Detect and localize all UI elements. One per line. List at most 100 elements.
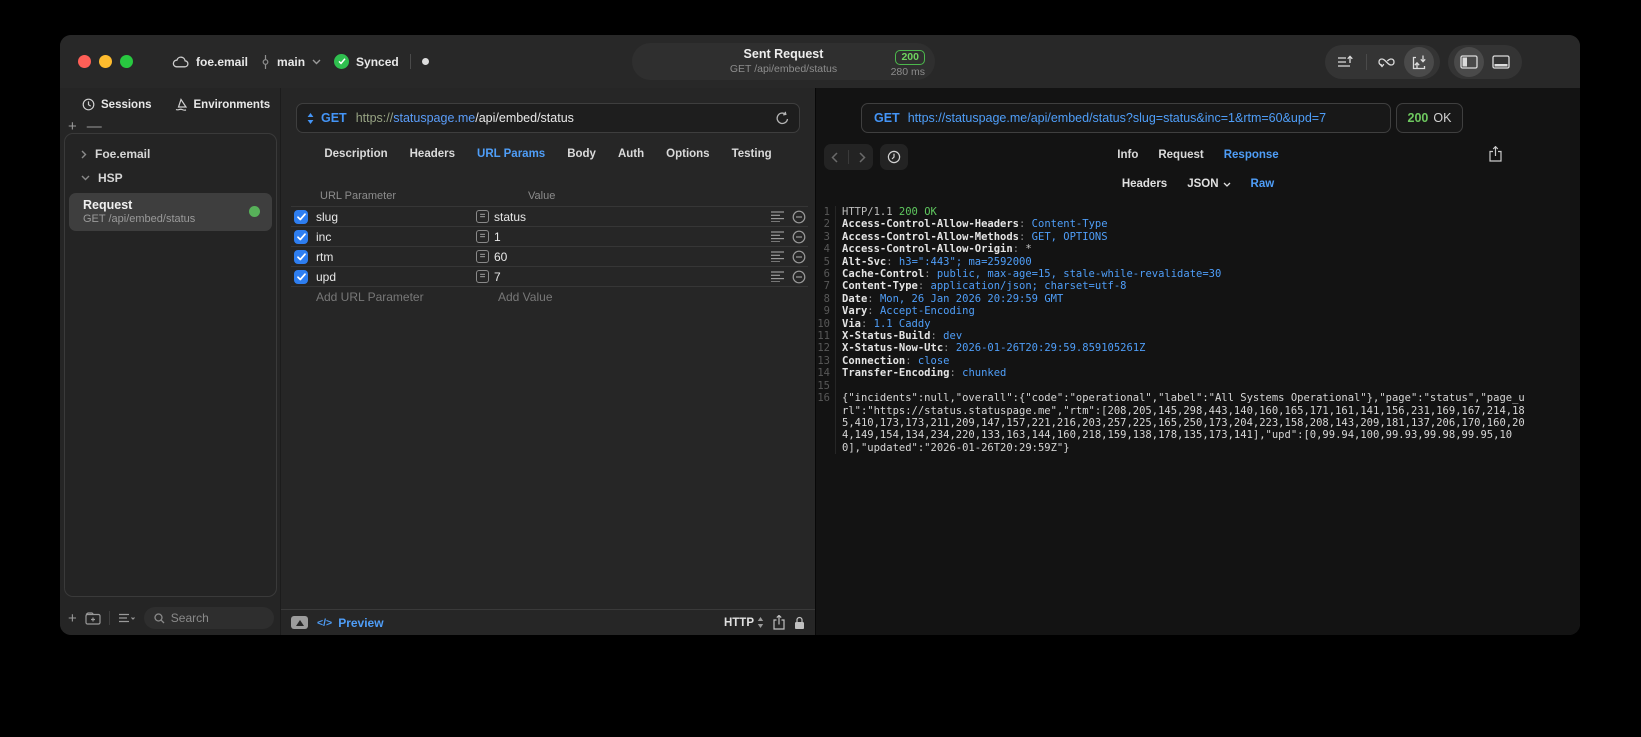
drag-handle-icon[interactable] [770,231,785,242]
header-value: close [917,354,950,367]
sent-request-pill[interactable]: Sent Request GET /api/embed/status 200 2… [632,43,935,80]
request-url-bar[interactable]: GET https://statuspage.me/api/embed/stat… [296,103,800,133]
line-content: Access-Control-Allow-Methods: GET, OPTIO… [842,230,1108,243]
param-value[interactable]: 1 [494,230,501,244]
sessions-tree: Foe.email HSP Request GET /api/embed/sta… [64,133,277,597]
sync-status-label[interactable]: Synced [356,55,399,69]
param-name[interactable]: inc [316,230,476,244]
param-value[interactable]: 60 [494,250,507,264]
layout-sidebar-icon[interactable] [1454,47,1484,77]
response-tab-info[interactable]: Info [1117,149,1138,161]
param-value[interactable]: status [494,210,526,224]
remove-param-icon[interactable] [792,230,806,244]
request-item-subtitle: GET /api/embed/status [83,213,196,225]
response-tab-request[interactable]: Request [1158,149,1203,161]
param-checkbox[interactable] [294,269,308,284]
layout-bottom-icon[interactable] [1486,47,1516,77]
header-name: Alt-Svc [842,255,887,268]
param-row: rtm = 60 [291,246,808,266]
add-request-icon[interactable]: + [68,610,77,627]
drag-handle-icon[interactable] [770,211,785,222]
subtab-json[interactable]: JSON [1187,178,1230,190]
tab-body[interactable]: Body [567,148,596,160]
synced-check-icon [334,54,350,69]
drag-handle-icon[interactable] [770,251,785,262]
tab-auth[interactable]: Auth [618,148,644,160]
tab-headers[interactable]: Headers [410,148,455,160]
editor-toggle-icon[interactable] [291,616,308,629]
sidebar-tab-sessions[interactable]: Sessions [82,98,152,111]
add-param-row[interactable]: Add URL Parameter Add Value [291,286,808,306]
sidebar-tab-environments[interactable]: Environments [174,98,270,111]
request-method[interactable]: GET [321,111,347,125]
line-number: 6 [816,268,836,281]
minimize-window-button[interactable] [99,55,112,68]
status-dot-icon[interactable] [421,58,429,65]
branch-name[interactable]: main [277,55,305,69]
remove-param-icon[interactable] [792,270,806,284]
equals-icon: = [476,230,489,243]
param-name[interactable]: upd [316,270,476,284]
response-tab-response[interactable]: Response [1224,149,1279,161]
remove-session-icon[interactable]: — [87,118,102,135]
chevron-down-icon[interactable] [312,59,321,65]
subtab-raw[interactable]: Raw [1251,178,1275,190]
zoom-window-button[interactable] [120,55,133,68]
param-value[interactable]: 7 [494,270,501,284]
url-scheme: https:// [355,111,394,125]
code-line: 11 X-Status-Build: dev [816,330,1580,343]
import-export-icon[interactable] [1404,47,1434,77]
line-number: 4 [816,243,836,256]
add-param-name[interactable]: Add URL Parameter [316,290,476,304]
lock-icon[interactable] [794,616,805,630]
share-icon[interactable] [773,615,785,630]
line-content [836,380,842,392]
chevron-right-icon [81,150,87,159]
tab-testing[interactable]: Testing [732,148,772,160]
resend-request-icon[interactable] [776,111,789,125]
header-value: 1.1 Caddy [873,317,931,330]
line-number: 1 [816,206,836,219]
environments-icon [174,98,188,111]
header-name: Access-Control-Allow-Methods [842,230,1020,243]
add-param-value[interactable]: Add Value [498,290,553,304]
sent-request-subtitle: GET /api/embed/status [729,62,838,75]
remove-param-icon[interactable] [792,250,806,264]
drag-handle-icon[interactable] [770,271,785,282]
equals-icon: = [476,210,489,223]
param-name[interactable]: slug [316,210,476,224]
code-line: 4 Access-Control-Allow-Origin: * [816,243,1580,256]
request-list-item-selected[interactable]: Request GET /api/embed/status [69,193,272,231]
toolbar-group-left [1325,45,1440,79]
column-header-value: Value [528,190,556,202]
param-checkbox[interactable] [294,249,308,264]
method-stepper-icon[interactable] [307,112,314,124]
add-session-icon[interactable]: + [68,118,77,135]
sort-import-icon[interactable] [1331,47,1361,77]
preview-button[interactable]: </> Preview [317,616,384,630]
sync-loop-icon[interactable] [1372,47,1402,77]
tree-group-hsp[interactable]: HSP [65,166,276,190]
response-url-box[interactable]: GET https://statuspage.me/api/embed/stat… [861,103,1391,133]
header-name: Connection [842,354,906,367]
line-content: X-Status-Build: dev [842,330,963,343]
tree-group-foe-email[interactable]: Foe.email [65,142,276,166]
new-folder-icon[interactable] [85,611,101,625]
remove-param-icon[interactable] [792,210,806,224]
tab-description[interactable]: Description [324,148,387,160]
param-checkbox[interactable] [294,209,308,224]
project-name[interactable]: foe.email [196,55,248,69]
sidebar-search-input[interactable]: Search [143,607,274,629]
param-name[interactable]: rtm [316,250,476,264]
export-response-icon[interactable] [1489,146,1502,162]
raw-response-body[interactable]: 1 HTTP/1.1 200 OK 2 Access-Control-Allow-He… [816,200,1580,635]
header-name: Cache-Control [842,268,925,281]
list-style-icon[interactable] [118,613,136,624]
param-checkbox[interactable] [294,229,308,244]
tab-url-params[interactable]: URL Params [477,148,545,160]
close-window-button[interactable] [78,55,91,68]
tab-options[interactable]: Options [666,148,709,160]
subtab-headers[interactable]: Headers [1122,178,1167,190]
protocol-selector[interactable]: HTTP [724,617,764,629]
response-viewer: GET https://statuspage.me/api/embed/stat… [815,88,1580,635]
